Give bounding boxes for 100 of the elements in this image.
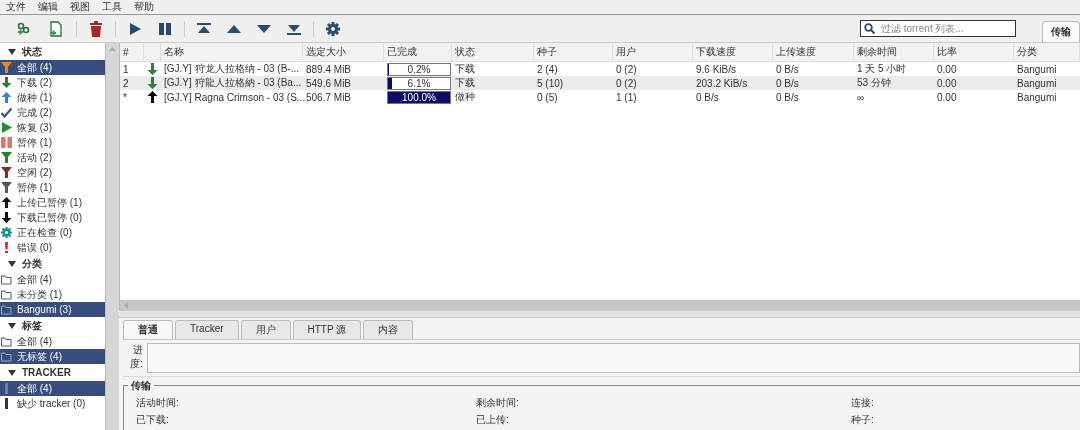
column-header[interactable]: 用户 (613, 43, 693, 61)
section-title: 标签 (22, 318, 42, 333)
detail-tab[interactable]: 用户 (240, 320, 291, 339)
menu-item[interactable]: 工具 (100, 0, 130, 14)
move-top-icon[interactable] (197, 22, 211, 35)
expand-caret-icon (8, 322, 16, 329)
settings-icon[interactable] (326, 21, 340, 36)
menu-item[interactable]: 视图 (68, 0, 98, 14)
sidebar-item[interactable]: 全部 (4) (0, 272, 105, 287)
pause-icon (1, 137, 12, 148)
column-header[interactable]: # (120, 43, 144, 61)
field-label: 种子: (851, 413, 875, 427)
table-cell-text: 0 B/s (775, 91, 800, 103)
table-cell-text: 9.6 KiB/s (695, 63, 738, 75)
detail-tab[interactable]: Tracker (175, 320, 239, 339)
transfer-tab[interactable]: 传输 (1042, 21, 1080, 42)
column-header[interactable]: 比率 (934, 43, 1014, 61)
sidebar-item[interactable]: 无标签 (4) (0, 349, 105, 364)
sidebar-item[interactable]: 暂停 (1) (0, 180, 105, 195)
section-header[interactable]: TRACKER (0, 364, 105, 381)
section-header[interactable]: 状态 (0, 43, 105, 60)
table-cell-text: 549.6 MiB (305, 77, 353, 89)
play-icon[interactable] (128, 21, 142, 36)
column-header[interactable]: 下载速度 (693, 43, 773, 61)
column-header[interactable]: 分类 (1014, 43, 1080, 61)
sidebar-item[interactable]: 未分类 (1) (0, 287, 105, 302)
sidebar-item[interactable]: 错误 (0) (0, 240, 105, 255)
up-arrow-icon (147, 91, 158, 103)
pause-icon[interactable] (158, 21, 172, 36)
folder-icon (1, 289, 12, 300)
sidebar-item[interactable]: 恢复 (3) (0, 120, 105, 135)
table-cell-text: 0.00 (936, 77, 958, 89)
table-cell-text: 203.2 KiB/s (695, 77, 749, 89)
sidebar-item[interactable]: 做种 (1) (0, 90, 105, 105)
detail-tab[interactable]: 普通 (123, 320, 173, 339)
folder-icon (1, 304, 12, 315)
column-header[interactable]: 种子 (534, 43, 613, 61)
table-cell-text: 5 (10) (536, 77, 565, 89)
field-label: 已上传: (476, 413, 510, 427)
move-up-icon[interactable] (227, 24, 241, 33)
table-cell-text: 0 (2) (615, 63, 638, 75)
search-field[interactable]: 过滤 torrent 列表... (860, 20, 1016, 37)
column-header[interactable]: 已完成 (384, 43, 452, 61)
detail-tab[interactable]: HTTP 源 (292, 320, 362, 339)
torrent-name: [GJ.Y] Ragna Crimson - 03 (S... (163, 91, 303, 103)
filter-icon (1, 167, 12, 178)
sidebar-item[interactable]: Bangumi (3) (0, 302, 105, 317)
sidebar-item[interactable]: 活动 (2) (0, 150, 105, 165)
sidebar-item[interactable]: 全部 (4) (0, 60, 105, 75)
sidebar-item[interactable]: 缺少 tracker (0) (0, 396, 105, 411)
table-cell-text: 53 分钟 (856, 76, 892, 90)
scrollbar[interactable] (120, 300, 1080, 311)
folder-icon (1, 274, 12, 285)
table-cell-text: 做种 (454, 90, 476, 104)
sidebar-item[interactable]: 下载 (2) (0, 75, 105, 90)
sidebar-item[interactable]: 完成 (2) (0, 105, 105, 120)
add-link-icon[interactable] (16, 20, 32, 37)
column-header[interactable]: 选定大小 (303, 43, 384, 61)
sidebar-item[interactable]: 下载已暂停 (0) (0, 210, 105, 225)
progress-bar: 0.2% (387, 62, 451, 76)
sidebar-item[interactable]: 全部 (4) (0, 334, 105, 349)
check-icon (1, 107, 12, 118)
down-icon (1, 77, 12, 88)
table-cell-text: 0 B/s (775, 63, 800, 75)
table-cell-text: 2 (4) (536, 63, 559, 75)
expand-caret-icon (8, 260, 16, 267)
sidebar-item[interactable]: 上传已暂停 (1) (0, 195, 105, 210)
sidebar-item[interactable]: 暂停 (1) (0, 135, 105, 150)
folder-icon (1, 351, 12, 362)
section-header[interactable]: 分类 (0, 255, 105, 272)
scrollbar[interactable] (105, 43, 119, 430)
trash-icon[interactable] (89, 20, 103, 37)
detail-tab[interactable]: 内容 (363, 320, 414, 339)
menu-item[interactable]: 帮助 (132, 0, 162, 14)
section-title: 分类 (22, 256, 42, 271)
progress-bar: 100.0% (387, 90, 451, 104)
column-header[interactable]: 状态 (452, 43, 534, 61)
search-icon (864, 23, 875, 34)
field-label: 活动时间: (136, 396, 180, 410)
add-file-icon[interactable] (48, 20, 64, 37)
expand-caret-icon (8, 48, 16, 55)
menu-item[interactable]: 编辑 (36, 0, 66, 14)
column-header[interactable]: 上传速度 (773, 43, 854, 61)
move-bottom-icon[interactable] (287, 22, 301, 35)
row-number: 1 (122, 63, 130, 75)
sidebar-item[interactable]: 空闲 (2) (0, 165, 105, 180)
sidebar-item[interactable]: 正在检查 (0) (0, 225, 105, 240)
section-header[interactable]: 标签 (0, 317, 105, 334)
column-header[interactable]: 剩余时间 (854, 43, 934, 61)
splitter-handle[interactable] (119, 311, 1080, 318)
table-cell-text: ∞ (856, 91, 866, 103)
expand-caret-icon (8, 369, 16, 376)
down-icon (1, 212, 12, 223)
column-header[interactable]: 名称 (161, 43, 303, 61)
menu-item[interactable]: 文件 (4, 0, 34, 14)
section-title: TRACKER (22, 367, 71, 378)
sidebar-item[interactable]: 全部 (4) (0, 381, 105, 396)
down-arrow-icon (147, 77, 158, 89)
table-cell-text: 0 B/s (695, 91, 720, 103)
move-down-icon[interactable] (257, 24, 271, 33)
